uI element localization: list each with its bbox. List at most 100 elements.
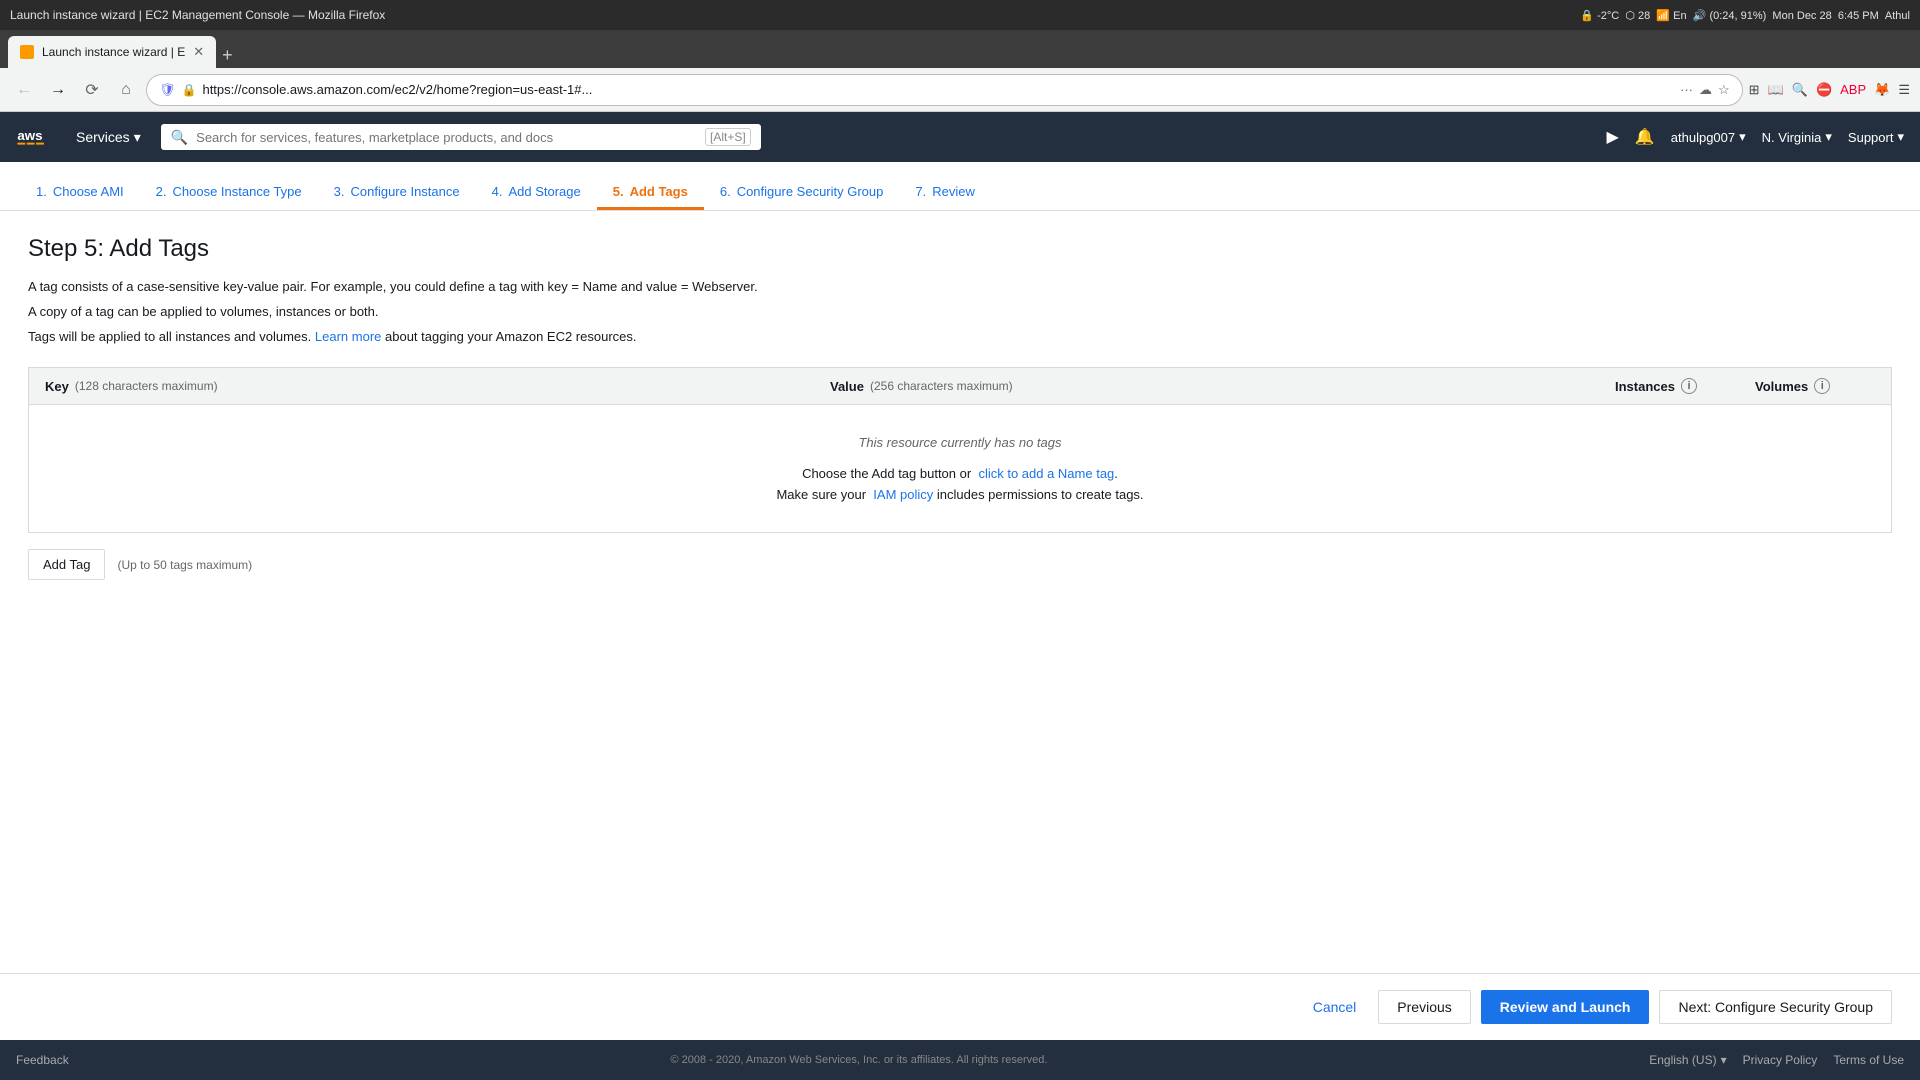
iam-before: Make sure your	[776, 487, 866, 502]
star-icon[interactable]: ☆	[1718, 82, 1730, 98]
col-value-header: Value (256 characters maximum)	[830, 379, 1615, 394]
col-instances-header: Instances i	[1615, 378, 1755, 394]
click-to-add-name-tag-link[interactable]: click to add a Name tag	[978, 466, 1114, 481]
step-5-label: Add Tags	[630, 184, 688, 199]
zoom-icon[interactable]: 🔍	[1792, 82, 1808, 98]
previous-button[interactable]: Previous	[1378, 990, 1470, 1024]
col-value-label: Value	[830, 379, 864, 394]
col-key-sub: (128 characters maximum)	[75, 379, 218, 393]
adblock-icon[interactable]: ABP	[1840, 82, 1866, 97]
step-1-choose-ami[interactable]: 1. Choose AMI	[20, 176, 140, 210]
add-tag-section: Add Tag (Up to 50 tags maximum)	[28, 549, 1892, 580]
services-menu[interactable]: Services ▾	[76, 129, 141, 146]
feedback-link[interactable]: Feedback	[16, 1053, 69, 1067]
instances-info-icon[interactable]: i	[1681, 378, 1697, 394]
step-1-label: Choose AMI	[53, 184, 124, 199]
active-tab[interactable]: Launch instance wizard | E ✕	[8, 36, 216, 68]
review-and-launch-button[interactable]: Review and Launch	[1481, 990, 1650, 1024]
user-menu[interactable]: athulpg007 ▾	[1671, 129, 1746, 145]
services-chevron: ▾	[134, 129, 141, 146]
menu-button[interactable]: ☰	[1898, 82, 1910, 98]
wizard-steps-nav: 1. Choose AMI 2. Choose Instance Type 3.…	[0, 162, 1920, 211]
noscript-icon[interactable]: ⛔	[1816, 82, 1832, 98]
step-2-choose-instance-type[interactable]: 2. Choose Instance Type	[140, 176, 318, 210]
iam-after: includes permissions to create tags.	[937, 487, 1144, 502]
search-input[interactable]	[196, 130, 697, 145]
language-chevron: ▾	[1721, 1053, 1727, 1067]
reload-button[interactable]: ⟳	[78, 76, 106, 104]
bell-icon[interactable]: 🔔	[1635, 127, 1655, 147]
new-tab-button[interactable]: +	[222, 46, 233, 68]
step-4-label: Add Storage	[508, 184, 580, 199]
next-configure-security-group-button[interactable]: Next: Configure Security Group	[1659, 990, 1892, 1024]
description-line1: A tag consists of a case-sensitive key-v…	[28, 277, 1892, 298]
tab-close-button[interactable]: ✕	[193, 44, 204, 60]
forward-button[interactable]: →	[44, 76, 72, 104]
col-key-label: Key	[45, 379, 69, 394]
content-body: Step 5: Add Tags A tag consists of a cas…	[0, 211, 1920, 973]
cancel-button[interactable]: Cancel	[1301, 991, 1369, 1023]
shield-icon: 🛡	[159, 82, 176, 98]
browser-title-text: Launch instance wizard | EC2 Management …	[10, 8, 385, 22]
step-7-label: Review	[932, 184, 975, 199]
services-label: Services	[76, 129, 130, 145]
add-name-tag-row: Choose the Add tag button or click to ad…	[802, 466, 1118, 481]
tab-label: Launch instance wizard | E	[42, 45, 185, 59]
step-6-label: Configure Security Group	[737, 184, 884, 199]
aws-logo-svg: aws	[16, 125, 56, 149]
bookmarks-icon[interactable]: 📖	[1768, 82, 1784, 98]
support-menu[interactable]: Support ▾	[1848, 129, 1904, 145]
region-menu[interactable]: N. Virginia ▾	[1762, 129, 1832, 145]
search-icon: 🔍	[171, 129, 188, 146]
address-bar[interactable]: 🛡 🔒 https://console.aws.amazon.com/ec2/v…	[146, 74, 1743, 106]
bookmark-icon[interactable]: ···	[1680, 82, 1693, 97]
step-5-add-tags[interactable]: 5. Add Tags	[597, 176, 704, 210]
browser-nav-bar: ← → ⟳ ⌂ 🛡 🔒 https://console.aws.amazon.c…	[0, 68, 1920, 112]
step-4-add-storage[interactable]: 4. Add Storage	[476, 176, 597, 210]
privacy-policy-link[interactable]: Privacy Policy	[1743, 1053, 1818, 1067]
terminal-icon[interactable]: ▶	[1607, 127, 1619, 147]
region-chevron: ▾	[1825, 129, 1832, 145]
home-button[interactable]: ⌂	[112, 76, 140, 104]
browser-tab-bar: Launch instance wizard | E ✕ +	[0, 30, 1920, 68]
step-6-configure-security-group[interactable]: 6. Configure Security Group	[704, 176, 900, 210]
step-5-num: 5.	[613, 184, 624, 199]
main-content: 1. Choose AMI 2. Choose Instance Type 3.…	[0, 162, 1920, 1040]
back-button[interactable]: ←	[10, 76, 38, 104]
firefox-icon[interactable]: 🦊	[1874, 82, 1890, 98]
footer-right: English (US) ▾ Privacy Policy Terms of U…	[1649, 1053, 1904, 1067]
step-6-num: 6.	[720, 184, 731, 199]
learn-more-link[interactable]: Learn more	[315, 329, 381, 344]
col-value-sub: (256 characters maximum)	[870, 379, 1013, 393]
step-4-num: 4.	[492, 184, 503, 199]
header-right: ▶ 🔔 athulpg007 ▾ N. Virginia ▾ Support ▾	[1607, 127, 1904, 147]
add-tag-button[interactable]: Add Tag	[28, 549, 105, 580]
step-1-num: 1.	[36, 184, 47, 199]
col-volumes-header: Volumes i	[1755, 378, 1875, 394]
url-text: https://console.aws.amazon.com/ec2/v2/ho…	[202, 82, 1674, 97]
tags-table-header: Key (128 characters maximum) Value (256 …	[28, 367, 1892, 404]
region-label: N. Virginia	[1762, 130, 1822, 145]
step-7-review[interactable]: 7. Review	[899, 176, 990, 210]
iam-policy-row: Make sure your IAM policy includes permi…	[776, 487, 1143, 502]
description-line2: A copy of a tag can be applied to volume…	[28, 302, 1892, 323]
user-chevron: ▾	[1739, 129, 1746, 145]
no-tags-message: This resource currently has no tags	[858, 435, 1061, 450]
address-bar-actions: ··· ☁ ☆	[1680, 82, 1730, 98]
browser-system-icons: 🔒 -2°C ⬡ 28 📶 En 🔊 (0:24, 91%) Mon Dec 2…	[1580, 9, 1910, 22]
description-line3: Tags will be applied to all instances an…	[28, 327, 1892, 348]
col-instances-label: Instances	[1615, 379, 1675, 394]
global-search[interactable]: 🔍 [Alt+S]	[161, 124, 761, 150]
terms-of-use-link[interactable]: Terms of Use	[1833, 1053, 1904, 1067]
iam-policy-link[interactable]: IAM policy	[873, 487, 933, 502]
language-selector[interactable]: English (US) ▾	[1649, 1053, 1726, 1067]
col-volumes-label: Volumes	[1755, 379, 1808, 394]
step-3-configure-instance[interactable]: 3. Configure Instance	[318, 176, 476, 210]
volumes-info-icon[interactable]: i	[1814, 378, 1830, 394]
step-3-label: Configure Instance	[350, 184, 459, 199]
username: athulpg007	[1671, 130, 1735, 145]
extensions-icon[interactable]: ⊞	[1749, 82, 1760, 98]
footer-feedback[interactable]: Feedback	[16, 1053, 69, 1067]
aws-logo[interactable]: aws	[16, 125, 56, 149]
pocket-icon[interactable]: ☁	[1699, 82, 1712, 98]
